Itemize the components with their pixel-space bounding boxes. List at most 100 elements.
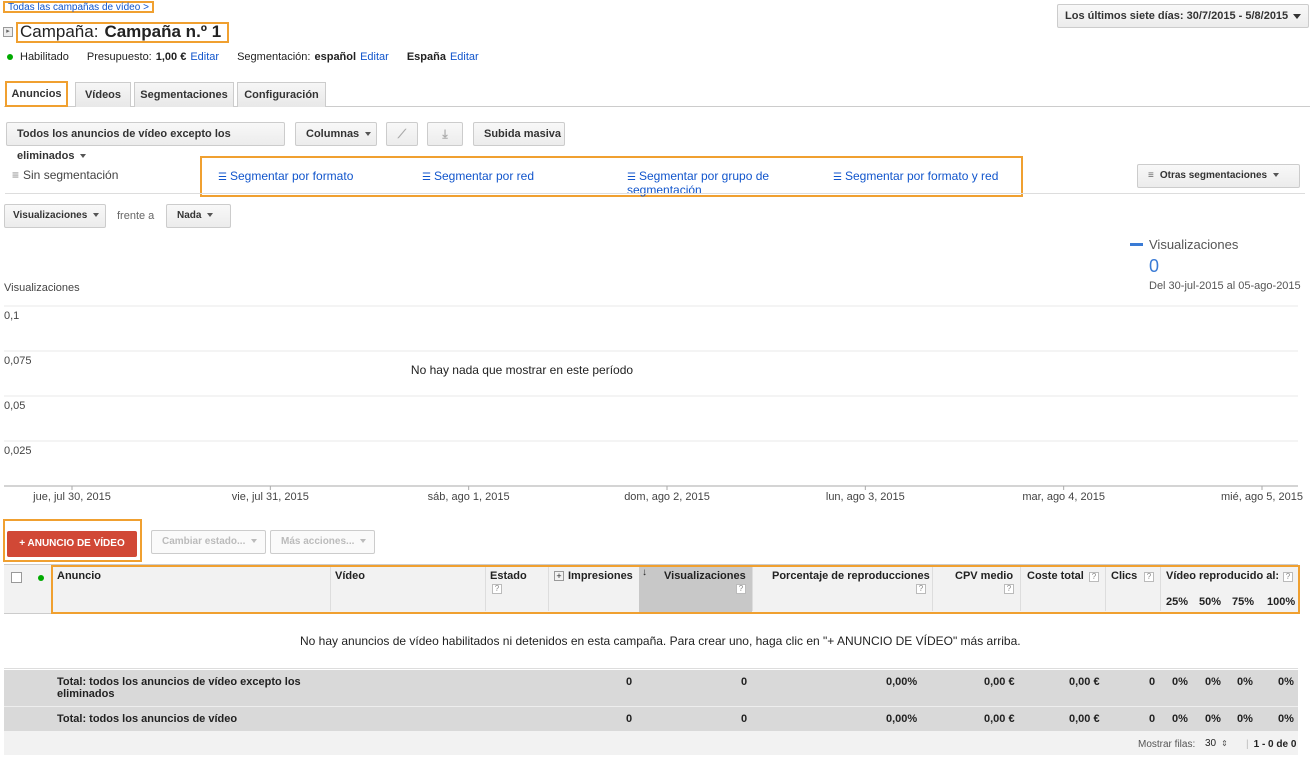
total-cost: 0,00 €: [1069, 676, 1100, 688]
segment-icon: ☰: [833, 172, 842, 183]
total-cost: 0,00 €: [1069, 713, 1100, 725]
tab-bar: Anuncios Vídeos Segmentaciones Configura…: [4, 81, 1310, 107]
budget-label: Presupuesto:: [86, 51, 152, 63]
total-impressions: 0: [626, 713, 633, 725]
tab-configuracion[interactable]: Configuración: [237, 82, 326, 107]
versus-label: frente a: [117, 210, 155, 222]
targeting-value: español: [314, 51, 357, 63]
total-q25: 0%: [1172, 713, 1188, 725]
chevron-down-icon: [365, 132, 372, 137]
chart-x-ticks: jue, jul 30, 2015 vie, jul 31, 2015 sáb, a…: [32, 486, 1303, 503]
total-q75: 0%: [1237, 676, 1253, 688]
chart-x-tick-label: lun, ago 3, 2015: [826, 491, 905, 503]
total-label: Total: todos los anuncios de vídeo excep…: [57, 676, 301, 700]
total-label: Total: todos los anuncios de vídeo: [57, 713, 238, 725]
other-segments-dropdown[interactable]: ≡ Otras segmentaciones: [1137, 164, 1300, 188]
status-text: Habilitado: [20, 51, 69, 63]
edit-location-link[interactable]: Editar: [450, 51, 479, 63]
chevron-down-icon: [1273, 173, 1280, 178]
views-chart: Visualizaciones 0,1 0,075 0,05 0,025 jue, j…: [4, 282, 1303, 503]
total-views: 0: [741, 676, 748, 688]
chart-x-tick-label: vie, jul 31, 2015: [232, 491, 309, 503]
more-actions-dropdown[interactable]: Más acciones...: [270, 530, 375, 554]
chart-y-tick-label: 0,075: [4, 355, 32, 367]
table-row-total: Total: todos los anuncios de vídeo excep…: [4, 670, 1298, 706]
campaign-title: Campaña: Campaña n.º 1: [16, 21, 230, 43]
segment-by-format-label: Segmentar por formato: [229, 169, 354, 183]
segment-by-network-link[interactable]: ☰ Segmentar por red: [422, 170, 534, 184]
tab-videos[interactable]: Vídeos: [75, 82, 131, 107]
chart-y-ticks: 0,1 0,075 0,05 0,025: [4, 310, 32, 457]
chart-x-tick-label: sáb, ago 1, 2015: [428, 491, 510, 503]
filter-label: Todos los anuncios de vídeo excepto los …: [17, 128, 231, 162]
select-all-checkbox[interactable]: [11, 572, 22, 583]
total-avg-cpv: 0,00 €: [984, 676, 1015, 688]
status-filter-icon[interactable]: [38, 575, 44, 581]
rows-per-page-value: 30: [1205, 738, 1217, 749]
campaign-prefix: Campaña:: [20, 22, 99, 41]
table-row-total: Total: todos los anuncios de vídeo 0 0 0…: [4, 706, 1298, 731]
more-actions-label: Más acciones...: [281, 536, 355, 547]
segment-options-box: ☰ Segmentar por formato ☰ Segmentar por re…: [200, 156, 1023, 197]
chart-x-tick-label: dom, ago 2, 2015: [624, 491, 710, 503]
columns-dropdown[interactable]: Columnas: [295, 122, 377, 146]
segment-icon: ☰: [627, 172, 636, 183]
tab-anuncios[interactable]: Anuncios: [5, 81, 68, 107]
edit-budget-link[interactable]: Editar: [190, 51, 219, 63]
empty-table-message: No hay anuncios de vídeo habilitados ni …: [300, 634, 1021, 648]
add-video-ad-button[interactable]: + ANUNCIO DE VÍDEO: [7, 531, 137, 557]
chevron-down-icon: [207, 213, 214, 218]
page-title: ▸ Campaña: Campaña n.º 1: [3, 20, 230, 44]
download-icon: ⤓: [442, 127, 448, 141]
total-view-rate: 0,00%: [886, 676, 918, 688]
segment-icon: ☰: [422, 172, 431, 183]
change-status-dropdown[interactable]: Cambiar estado...: [151, 530, 266, 554]
collapse-icon[interactable]: ▸: [3, 27, 13, 37]
total-q100: 0%: [1278, 676, 1294, 688]
other-segments-label: Otras segmentaciones: [1159, 170, 1268, 181]
total-view-rate: 0,00%: [886, 713, 918, 725]
date-range-button[interactable]: Los últimos siete días: 30/7/2015 - 5/8/…: [1057, 4, 1309, 28]
filter-dropdown[interactable]: Todos los anuncios de vídeo excepto los …: [6, 122, 285, 162]
compare-metric-dropdown[interactable]: Nada: [166, 204, 231, 228]
total-q100: 0%: [1278, 713, 1294, 725]
segment-by-format-network-label: Segmentar por formato y red: [844, 169, 999, 183]
tab-segmentaciones[interactable]: Segmentaciones: [134, 82, 234, 107]
chart-y-tick-label: 0,025: [4, 445, 32, 457]
total-avg-cpv: 0,00 €: [984, 713, 1015, 725]
campaign-status-row: Habilitado Presupuesto: 1,00 € Editar Se…: [7, 50, 479, 64]
no-segment-option[interactable]: ≡ Sin segmentación: [12, 168, 118, 182]
segment-by-format-network-link[interactable]: ☰ Segmentar por formato y red: [833, 170, 998, 184]
status-dot-icon: [7, 54, 13, 60]
chart-toggle-button[interactable]: ⟋: [386, 122, 418, 146]
stepper-icon: ⇕: [1221, 739, 1228, 748]
line-chart-icon: ⟋: [397, 127, 407, 141]
legend-series-name: Visualizaciones: [1149, 237, 1239, 252]
location-value: España: [406, 51, 446, 63]
breadcrumb-link[interactable]: Todas las campañas de vídeo >: [3, 1, 154, 13]
no-segment-label: Sin segmentación: [23, 168, 119, 182]
segment-by-format-link[interactable]: ☰ Segmentar por formato: [218, 170, 353, 184]
list-icon: ≡: [12, 168, 20, 182]
change-status-label: Cambiar estado...: [162, 536, 246, 547]
compare-label: Nada: [177, 210, 202, 221]
rows-per-page-select[interactable]: 30 ⇕: [1205, 738, 1228, 749]
total-q50: 0%: [1205, 676, 1221, 688]
chart-empty-message: No hay nada que mostrar en este período: [411, 363, 633, 377]
pagination-status: | 1 - 0 de 0: [1246, 739, 1297, 750]
columns-label: Columnas: [306, 128, 360, 140]
table-header-highlight: [51, 565, 1300, 614]
total-q75: 0%: [1237, 713, 1253, 725]
total-q25: 0%: [1172, 676, 1188, 688]
targeting-label: Segmentación:: [237, 51, 311, 63]
table-footer: [4, 731, 1298, 755]
chart-y-axis-label: Visualizaciones: [4, 282, 80, 294]
chart-x-tick-label: mar, ago 4, 2015: [1022, 491, 1105, 503]
date-range-label: Los últimos siete días: 30/7/2015 - 5/8/…: [1065, 10, 1289, 22]
metric-dropdown[interactable]: Visualizaciones: [4, 204, 106, 228]
bulk-upload-button[interactable]: Subida masiva: [473, 122, 565, 146]
edit-targeting-link[interactable]: Editar: [360, 51, 389, 63]
segment-icon: ☰: [218, 172, 227, 183]
download-button[interactable]: ⤓: [427, 122, 463, 146]
chart-x-tick-label: mié, ago 5, 2015: [1221, 491, 1303, 503]
